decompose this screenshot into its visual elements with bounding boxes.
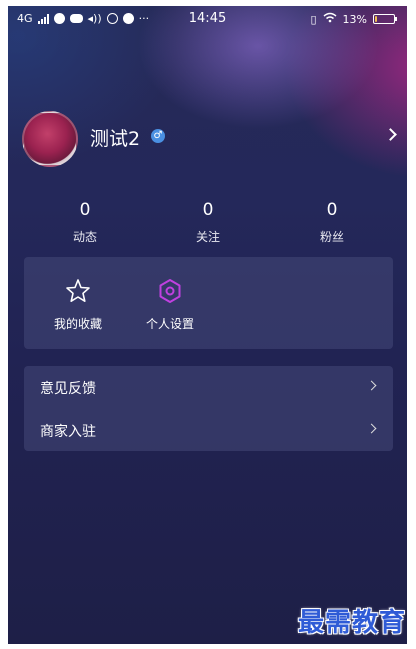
favorites-label: 我的收藏	[53, 317, 102, 331]
menu-item-merchant[interactable]: 商家入驻	[24, 409, 393, 451]
watermark: 最需教育	[298, 608, 407, 638]
personal-settings-button[interactable]: 个人设置	[130, 277, 210, 332]
stat-following-label: 关注	[195, 230, 220, 244]
stat-following[interactable]: 0 关注	[168, 200, 248, 245]
stat-followers[interactable]: 0 粉丝	[292, 200, 372, 245]
avatar[interactable]	[22, 111, 78, 167]
chevron-right-icon	[366, 380, 377, 391]
battery-percent: 13%	[342, 12, 367, 26]
favorites-button[interactable]: 我的收藏	[38, 277, 118, 332]
menu-item-merchant-label: 商家入驻	[40, 424, 96, 440]
battery-icon	[373, 14, 397, 24]
stat-following-value: 0	[202, 200, 214, 220]
wifi-icon	[323, 12, 337, 26]
username[interactable]: 测试2	[90, 124, 140, 151]
settings-hexagon-icon	[130, 277, 210, 305]
male-gender-icon: ♂	[151, 129, 165, 143]
vibrate-icon: ▯	[310, 12, 317, 26]
quick-actions-card: 我的收藏 个人设置	[24, 257, 393, 349]
chevron-right-icon	[366, 423, 377, 434]
app-screen: 4G ◂)) ··· 14:45 ▯ 13% 测试2 ♂ 0 动态 0 关注 0…	[8, 6, 407, 644]
status-right: ▯ 13%	[310, 12, 397, 26]
profile-chevron-right-icon[interactable]	[384, 128, 397, 141]
battery-level	[375, 16, 377, 22]
stat-followers-value: 0	[326, 200, 338, 220]
menu-item-feedback-label: 意见反馈	[40, 381, 96, 397]
stat-posts-value: 0	[79, 200, 91, 220]
menu-list: 意见反馈 商家入驻	[24, 366, 393, 451]
personal-settings-label: 个人设置	[145, 317, 194, 331]
stat-posts[interactable]: 0 动态	[45, 200, 125, 245]
menu-item-feedback[interactable]: 意见反馈	[24, 366, 393, 408]
status-bar: 4G ◂)) ··· 14:45 ▯ 13%	[8, 6, 407, 34]
stat-followers-label: 粉丝	[319, 230, 344, 244]
stat-posts-label: 动态	[72, 230, 97, 244]
star-icon	[38, 277, 118, 305]
